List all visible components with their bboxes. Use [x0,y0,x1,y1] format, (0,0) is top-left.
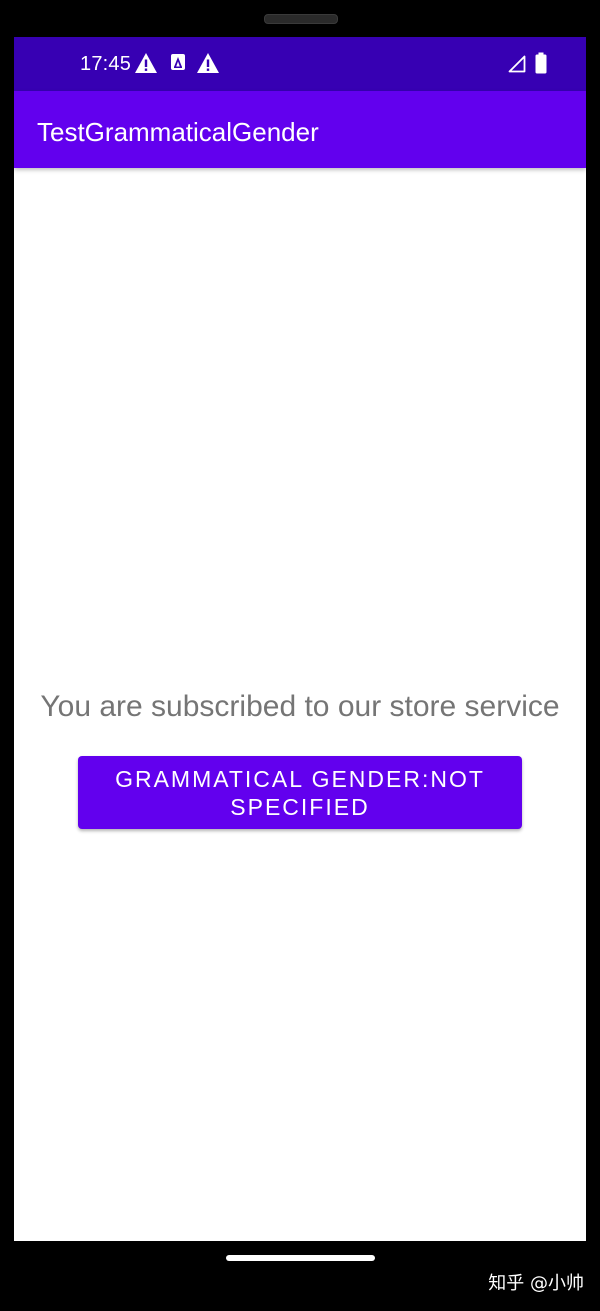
grammatical-gender-button[interactable]: GRAMMATICAL GENDER:NOT SPECIFIED [78,756,522,829]
battery-icon [535,52,547,74]
signal-icon [508,55,526,73]
status-bar: 17:45 [14,37,586,91]
status-time: 17:45 [80,53,132,75]
main-content: You are subscribed to our store service … [14,168,586,1241]
warning-icon [197,53,219,73]
earpiece-speaker [264,14,338,24]
phone-frame: 17:45 TestGrammaticalGender You are subs… [0,0,600,1311]
app-notification-icon [171,54,185,70]
app-bar: TestGrammaticalGender [14,91,586,168]
app-title: TestGrammaticalGender [37,117,319,147]
subscription-message: You are subscribed to our store service [40,690,560,723]
home-indicator[interactable] [226,1255,375,1261]
device-screen: 17:45 TestGrammaticalGender You are subs… [14,37,586,1241]
watermark-text: 知乎 @小帅 [488,1273,584,1294]
warning-icon [135,53,157,73]
